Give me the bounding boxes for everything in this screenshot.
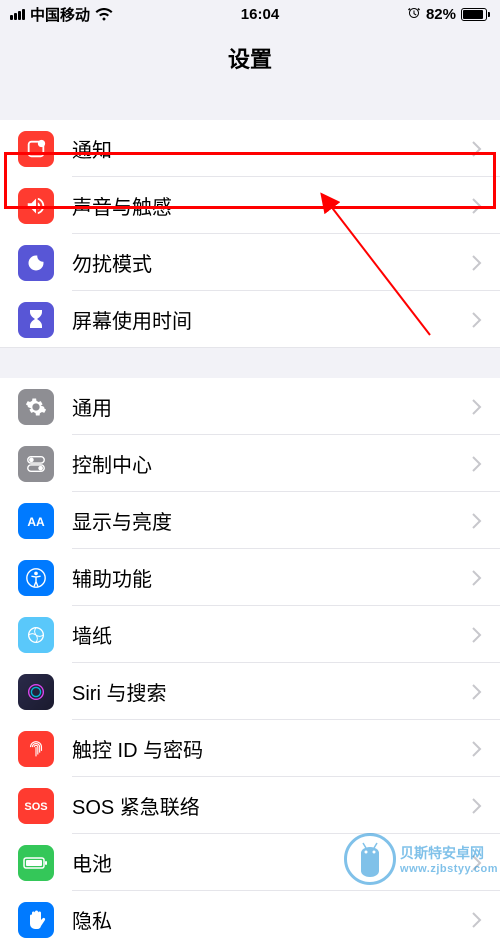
row-label: 通知 (72, 134, 472, 163)
watermark-logo (344, 833, 396, 885)
chevron-right-icon (472, 312, 482, 328)
row-wallpaper[interactable]: 墙纸 (0, 606, 500, 663)
row-sounds[interactable]: 声音与触感 (0, 177, 500, 234)
chevron-right-icon (472, 798, 482, 814)
row-label: 屏幕使用时间 (72, 305, 472, 334)
page-header: 设置 (0, 28, 500, 90)
row-label: 辅助功能 (72, 563, 472, 592)
row-touchid[interactable]: 触控 ID 与密码 (0, 720, 500, 777)
settings-group-1: 通知 声音与触感 勿扰模式 屏幕使用时间 (0, 120, 500, 348)
row-siri[interactable]: Siri 与搜索 (0, 663, 500, 720)
chevron-right-icon (472, 912, 482, 928)
watermark-text: 贝斯特安卓网 www.zjbstyy.com (400, 843, 498, 875)
time-label: 16:04 (241, 6, 279, 23)
chevron-right-icon (472, 513, 482, 529)
chevron-right-icon (472, 684, 482, 700)
watermark-name: 贝斯特安卓网 (400, 843, 498, 863)
gear-icon (18, 389, 54, 425)
row-label: 墙纸 (72, 620, 472, 649)
toggles-icon (18, 446, 54, 482)
battery-percent: 82% (426, 6, 456, 23)
hand-icon (18, 902, 54, 938)
accessibility-icon (18, 560, 54, 596)
svg-text:AA: AA (27, 515, 45, 529)
battery-icon (18, 845, 54, 881)
row-accessibility[interactable]: 辅助功能 (0, 549, 500, 606)
row-label: 显示与亮度 (72, 506, 472, 535)
carrier-label: 中国移动 (30, 4, 90, 25)
row-control-center[interactable]: 控制中心 (0, 435, 500, 492)
row-label: 勿扰模式 (72, 248, 472, 277)
row-label: 触控 ID 与密码 (72, 734, 472, 763)
status-bar: 中国移动 16:04 82% (0, 0, 500, 28)
sos-icon: SOS (18, 788, 54, 824)
row-general[interactable]: 通用 (0, 378, 500, 435)
row-screentime[interactable]: 屏幕使用时间 (0, 291, 500, 348)
chevron-right-icon (472, 741, 482, 757)
page-title: 设置 (0, 42, 500, 74)
status-left: 中国移动 (10, 4, 113, 25)
battery-icon (461, 8, 490, 21)
hourglass-icon (18, 302, 54, 338)
chevron-right-icon (472, 399, 482, 415)
row-dnd[interactable]: 勿扰模式 (0, 234, 500, 291)
chevron-right-icon (472, 255, 482, 271)
row-display[interactable]: AA 显示与亮度 (0, 492, 500, 549)
alarm-icon (407, 7, 421, 21)
siri-icon (18, 674, 54, 710)
row-label: 声音与触感 (72, 191, 472, 220)
chevron-right-icon (472, 627, 482, 643)
row-label: 通用 (72, 392, 472, 421)
wallpaper-icon (18, 617, 54, 653)
svg-text:SOS: SOS (24, 801, 47, 813)
row-notifications[interactable]: 通知 (0, 120, 500, 177)
fingerprint-icon (18, 731, 54, 767)
chevron-right-icon (472, 570, 482, 586)
wifi-icon (95, 8, 113, 21)
chevron-right-icon (472, 456, 482, 472)
moon-icon (18, 245, 54, 281)
watermark: 贝斯特安卓网 www.zjbstyy.com (344, 833, 498, 885)
sound-icon (18, 188, 54, 224)
watermark-url: www.zjbstyy.com (400, 863, 498, 875)
notifications-icon (18, 131, 54, 167)
row-sos[interactable]: SOS SOS 紧急联络 (0, 777, 500, 834)
status-right: 82% (407, 6, 490, 23)
row-label: 隐私 (72, 905, 472, 934)
row-label: SOS 紧急联络 (72, 791, 472, 820)
signal-icon (10, 9, 25, 20)
row-label: 控制中心 (72, 449, 472, 478)
chevron-right-icon (472, 198, 482, 214)
row-privacy[interactable]: 隐私 (0, 891, 500, 948)
chevron-right-icon (472, 141, 482, 157)
row-label: Siri 与搜索 (72, 677, 472, 706)
display-icon: AA (18, 503, 54, 539)
